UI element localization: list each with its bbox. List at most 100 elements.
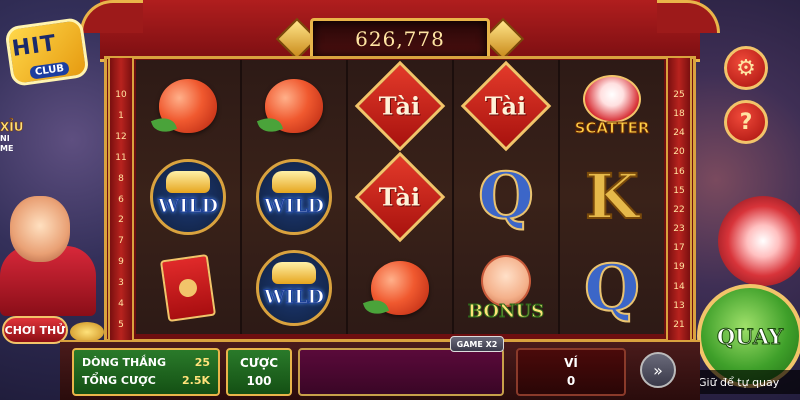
bonus-label: BONUS — [467, 300, 545, 322]
minigame-sub-2: ME — [0, 144, 14, 153]
reel-column: Tài Q BONUS — [454, 60, 558, 334]
payline-number: 18 — [673, 109, 685, 120]
fast-forward-button[interactable]: » — [640, 352, 676, 388]
hitclub-logo[interactable]: HIT CLUB — [2, 4, 98, 94]
mascot-head — [10, 196, 70, 262]
reel-cell — [136, 243, 240, 334]
reel-cell: Tài — [348, 151, 452, 243]
payline-number: 8 — [118, 173, 124, 184]
wild-label: WILD — [157, 194, 219, 217]
wild-label: WILD — [263, 286, 325, 309]
payline-number: 22 — [673, 204, 685, 215]
lion-head-icon — [583, 74, 641, 123]
payline-number: 21 — [673, 319, 685, 330]
reel-cell — [348, 243, 452, 334]
tai-label: Tài — [379, 91, 421, 121]
payline-number: 23 — [673, 224, 685, 235]
reel-cell: WILD — [136, 151, 240, 242]
payline-number: 13 — [673, 300, 685, 311]
scatter-symbol-icon: SCATTER — [574, 74, 650, 137]
bonus-symbol-icon: BONUS — [467, 254, 545, 322]
payline-number: 9 — [118, 257, 124, 268]
minigame-title: XỈU — [0, 120, 24, 135]
reel-cell: WILD — [242, 243, 346, 334]
jackpot-value: 626,778 — [355, 27, 445, 51]
bet-value: 100 — [246, 374, 272, 388]
reel-cell — [242, 60, 346, 151]
peach-symbol-icon — [265, 78, 323, 133]
reel-column: SCATTER K Q — [560, 60, 664, 334]
bet-panel[interactable]: CƯỢC 100 — [226, 348, 292, 396]
payline-number: 10 — [115, 90, 127, 100]
gold-ingot-icon — [272, 170, 316, 193]
payline-number: 15 — [673, 185, 685, 196]
reel-cell: WILD — [242, 151, 346, 242]
lines-totalbet-panel[interactable]: DÒNG THẮNG 25 TỔNG CƯỢC 2.5K — [72, 348, 220, 396]
payline-number: 2 — [118, 215, 124, 226]
red-envelope-symbol-icon — [159, 254, 217, 323]
settings-button[interactable]: ⚙ — [724, 46, 768, 90]
tai-symbol-icon: Tài — [354, 60, 446, 151]
baby-icon — [480, 254, 531, 307]
payline-number: 16 — [673, 166, 685, 177]
reel-column: WILD WILD — [242, 60, 346, 334]
peach-symbol-icon — [371, 261, 429, 316]
payline-number: 3 — [118, 278, 124, 289]
payline-number: 7 — [118, 236, 124, 247]
payline-number: 6 — [118, 194, 124, 205]
total-bet-value: 2.5K — [181, 374, 210, 387]
tai-label: Tài — [379, 182, 421, 212]
game-multiplier-badge: GAME X2 — [450, 336, 504, 352]
reel-column: Tài Tài — [348, 60, 452, 334]
reel-cell: BONUS — [454, 243, 558, 334]
wallet-label: VÍ — [564, 356, 578, 370]
reel-cell: SCATTER — [560, 60, 664, 151]
reel-cell: Q — [454, 151, 558, 242]
peach-symbol-icon — [159, 78, 217, 133]
gold-ingot-icon — [272, 262, 316, 285]
slot-reels: WILD WILD WILD Tài Tài Tài Q BONUS SCATTER K Q — [136, 60, 664, 334]
reel-cell: Q — [560, 243, 664, 334]
scatter-label: SCATTER — [574, 118, 650, 137]
minigame-taixiu-button[interactable]: XỈU NI ME — [0, 120, 40, 190]
payline-number: 12 — [115, 131, 127, 142]
help-button[interactable]: ? — [724, 100, 768, 144]
k-symbol-icon: K — [584, 159, 640, 234]
gear-icon: ⚙ — [736, 55, 756, 81]
lines-label: DÒNG THẮNG — [82, 356, 167, 369]
q-symbol-icon: Q — [583, 250, 641, 327]
payline-number: 19 — [673, 262, 685, 273]
gold-coins-icon — [70, 322, 104, 342]
play-trial-button[interactable]: CHƠI THỬ — [2, 316, 68, 344]
wild-label: WILD — [263, 194, 325, 217]
wallet-panel: VÍ 0 — [516, 348, 626, 396]
payline-number: 25 — [673, 90, 685, 100]
total-bet-label: TỔNG CƯỢC — [82, 374, 156, 387]
wild-symbol-icon: WILD — [150, 158, 226, 235]
gold-ingot-icon — [166, 170, 210, 193]
tai-symbol-icon: Tài — [354, 151, 446, 243]
win-display-panel — [298, 348, 504, 396]
wild-symbol-icon: WILD — [256, 250, 332, 327]
reel-cell: Tài — [454, 60, 558, 151]
payline-number: 17 — [673, 243, 685, 254]
payline-number: 5 — [118, 319, 124, 330]
payline-numbers-left: 10 1 12 11 8 6 2 7 9 3 4 5 — [112, 90, 130, 330]
question-icon: ? — [739, 109, 753, 135]
q-symbol-icon: Q — [477, 158, 535, 235]
payline-number: 14 — [673, 281, 685, 292]
payline-number: 20 — [673, 147, 685, 158]
fast-forward-icon: » — [653, 360, 663, 380]
god-of-wealth-mascot — [0, 196, 110, 316]
payline-numbers-right: 25 18 24 20 16 15 22 23 17 19 14 13 21 — [670, 90, 688, 330]
reel-cell: Tài — [348, 60, 452, 151]
tai-label: Tài — [485, 91, 527, 121]
wild-symbol-icon: WILD — [256, 158, 332, 235]
reel-column: WILD — [136, 60, 240, 334]
reel-cell — [136, 60, 240, 151]
minigame-sub-1: NI — [0, 134, 10, 143]
tai-symbol-icon: Tài — [460, 60, 552, 151]
reel-cell: K — [560, 151, 664, 242]
bet-label: CƯỢC — [239, 356, 279, 370]
jackpot-display: 626,778 — [310, 18, 490, 60]
